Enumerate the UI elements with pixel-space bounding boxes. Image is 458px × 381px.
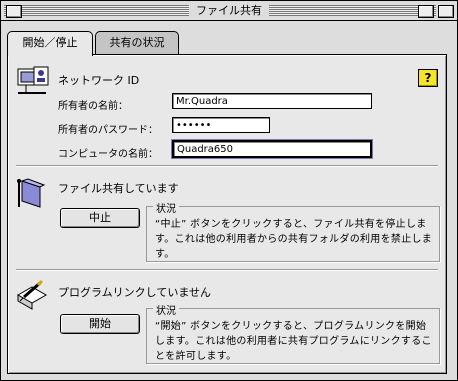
tab-start-stop[interactable]: 開始／停止: [7, 31, 93, 56]
tab-sharing-status[interactable]: 共有の状況: [95, 31, 179, 54]
stop-file-sharing-button[interactable]: 中止: [60, 208, 140, 228]
program-linking-icon: [16, 279, 48, 310]
file-sharing-heading: ファイル共有しています: [58, 182, 179, 195]
file-sharing-status-title: 状況: [153, 200, 179, 215]
computer-name-field[interactable]: Quadra650: [171, 139, 373, 159]
collapse-box-icon[interactable]: [438, 5, 454, 18]
network-id-heading: ネットワーク ID: [58, 74, 140, 87]
window-title: ファイル共有: [189, 3, 269, 18]
file-sharing-status-group: 状況 “中止” ボタンをクリックすると、ファイル共有を停止します。これは他の利用…: [146, 200, 440, 262]
help-icon[interactable]: ?: [418, 69, 438, 87]
start-program-linking-button[interactable]: 開始: [60, 314, 140, 334]
program-linking-status-text: “開始” ボタンをクリックすると、プログラムリンクを開始します。これは他の利用者…: [155, 321, 432, 362]
network-identity-icon: [17, 66, 49, 94]
separator: [16, 165, 438, 167]
file-sharing-window: ファイル共有 開始／停止 共有の状況 ネットワーク ID ? 所有者の名前： M…: [0, 0, 458, 381]
owner-name-field[interactable]: Mr.Quadra: [172, 93, 372, 109]
title-bar[interactable]: ファイル共有: [1, 1, 457, 21]
close-box-icon[interactable]: [6, 5, 22, 18]
program-linking-heading: プログラムリンクしていません: [58, 286, 212, 299]
computer-name-label: コンピュータの名前：: [58, 149, 158, 160]
owner-password-label: 所有者のパスワード：: [58, 125, 158, 136]
zoom-box-icon[interactable]: [418, 5, 434, 18]
program-linking-status-title: 状況: [153, 302, 179, 317]
owner-password-field[interactable]: ••••••: [172, 117, 270, 133]
file-sharing-status-text: “中止” ボタンをクリックすると、ファイル共有を停止します。これは他の利用者から…: [155, 219, 433, 260]
program-linking-status-group: 状況 “開始” ボタンをクリックすると、プログラムリンクを開始します。これは他の…: [146, 302, 440, 364]
owner-name-label: 所有者の名前：: [58, 101, 128, 112]
file-sharing-folder-icon: [17, 178, 46, 208]
tab-panel: ネットワーク ID ? 所有者の名前： Mr.Quadra 所有者のパスワード：…: [7, 54, 447, 374]
separator: [16, 269, 438, 271]
